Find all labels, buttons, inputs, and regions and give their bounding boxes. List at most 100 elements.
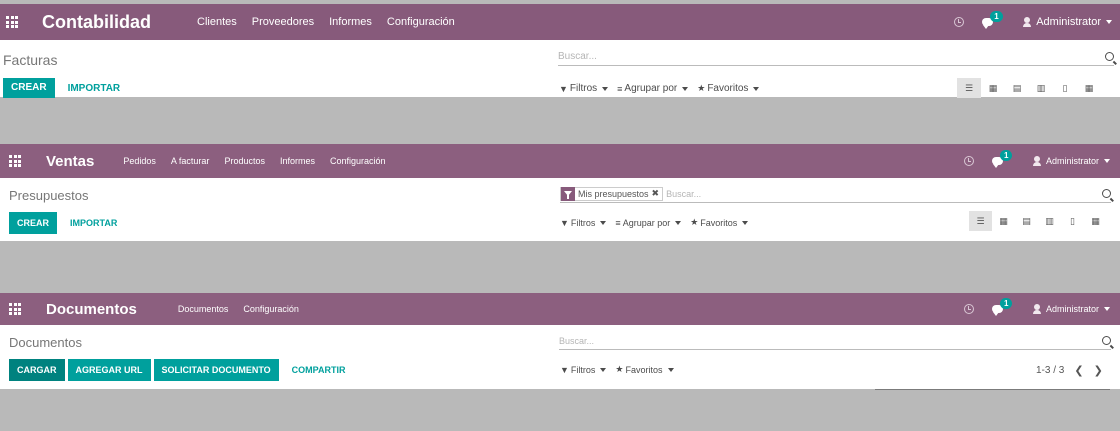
request-document-button[interactable]: SOLICITAR DOCUMENTO — [153, 359, 279, 381]
menu-item-informes[interactable]: Informes — [280, 156, 315, 166]
apps-menu-icon[interactable] — [9, 155, 21, 167]
pivot-view-icon[interactable]: ▥ — [1038, 211, 1061, 231]
messaging-menu[interactable]: 1 — [982, 11, 1003, 29]
app-title: Ventas — [46, 152, 95, 170]
apps-menu-icon[interactable] — [9, 303, 21, 315]
facet-value: Mis presupuestos — [578, 188, 649, 199]
favorites-dropdown[interactable]: ★ Favoritos — [697, 83, 760, 94]
add-url-button[interactable]: AGREGAR URL — [67, 359, 151, 381]
pager-value[interactable]: 1-3 / 3 — [1036, 365, 1064, 376]
user-menu[interactable]: Administrator — [1023, 16, 1112, 28]
menu-item-clientes[interactable]: Clientes — [197, 16, 237, 28]
menu-item-documentos[interactable]: Documentos — [178, 304, 229, 314]
favorites-dropdown[interactable]: ★ Favoritos — [615, 364, 674, 375]
pager: 1-3 / 3 ❮ ❯ — [1036, 364, 1103, 377]
favorites-label: Favoritos — [707, 83, 749, 94]
search-icon[interactable] — [1102, 336, 1111, 345]
search-options: ▼ Filtros ★ Favoritos — [560, 364, 683, 375]
user-name: Administrator — [1036, 16, 1101, 28]
user-icon — [1032, 156, 1041, 166]
filters-dropdown[interactable]: ▼ Filtros — [560, 364, 607, 375]
messaging-menu[interactable]: 1 — [991, 298, 1013, 316]
view-switcher: ☰ ▦ ▤ ▥ ▯ ▦ — [969, 211, 1107, 231]
pager-next-icon[interactable]: ❯ — [1094, 364, 1103, 377]
breadcrumb: Facturas — [3, 52, 58, 68]
grid-view-icon[interactable]: ▦ — [1077, 78, 1101, 98]
filters-dropdown[interactable]: ▼ Filtros — [560, 217, 607, 228]
groupby-label: Agrupar por — [622, 217, 671, 228]
kanban-view-icon[interactable]: ▦ — [992, 211, 1015, 231]
activity-clock-icon[interactable] — [963, 304, 974, 314]
funnel-icon: ▼ — [559, 83, 568, 94]
search-options: ▼ Filtros ≡ Agrupar por ★ Favoritos — [559, 83, 768, 94]
user-menu[interactable]: Administrator — [1032, 156, 1110, 166]
search-box: Mis presupuestos ✖ — [560, 185, 1111, 203]
search-facet: Mis presupuestos ✖ — [560, 186, 664, 201]
user-menu[interactable]: Administrator — [1032, 304, 1110, 314]
favorites-dropdown[interactable]: ★ Favoritos — [690, 217, 749, 228]
create-button[interactable]: CREAR — [9, 212, 58, 234]
caret-down-icon — [667, 367, 674, 372]
graph-view-icon[interactable]: ▯ — [1053, 78, 1077, 98]
import-button[interactable]: IMPORTAR — [60, 218, 127, 228]
navbar: Ventas Pedidos A facturar Productos Info… — [0, 144, 1120, 178]
menu-item-a-facturar[interactable]: A facturar — [171, 156, 210, 166]
activity-clock-icon[interactable] — [963, 156, 974, 166]
menu-item-proveedores[interactable]: Proveedores — [252, 16, 314, 28]
navbar-systray: 1 Administrator — [963, 150, 1110, 168]
share-button[interactable]: COMPARTIR — [282, 365, 356, 375]
filters-dropdown[interactable]: ▼ Filtros — [559, 83, 609, 94]
kanban-view-icon[interactable]: ▦ — [981, 78, 1005, 98]
search-input[interactable] — [666, 188, 1098, 199]
menu-item-configuracion[interactable]: Configuración — [243, 304, 299, 314]
app-title: Contabilidad — [42, 11, 151, 32]
list-view-icon[interactable]: ☰ — [957, 78, 981, 98]
create-button[interactable]: CREAR — [3, 78, 55, 98]
filters-label: Filtros — [570, 217, 596, 228]
app-title: Documentos — [46, 300, 137, 318]
pivot-view-icon[interactable]: ▥ — [1029, 78, 1053, 98]
filters-label: Filtros — [570, 364, 596, 375]
groupby-dropdown[interactable]: ≡ Agrupar por — [615, 217, 682, 228]
menu-item-productos[interactable]: Productos — [224, 156, 265, 166]
calendar-view-icon[interactable]: ▤ — [1015, 211, 1038, 231]
menu-item-configuracion[interactable]: Configuración — [330, 156, 386, 166]
caret-down-icon — [742, 220, 749, 225]
search-input[interactable] — [559, 335, 1098, 346]
filter-facet-icon — [561, 186, 575, 201]
caret-down-icon — [602, 86, 609, 91]
search-input[interactable] — [558, 51, 1101, 62]
import-button[interactable]: IMPORTAR — [58, 83, 131, 94]
user-icon — [1023, 17, 1032, 27]
divider — [875, 389, 1110, 390]
graph-view-icon[interactable]: ▯ — [1061, 211, 1084, 231]
grid-view-icon[interactable]: ▦ — [1084, 211, 1107, 231]
pager-previous-icon[interactable]: ❮ — [1074, 364, 1083, 377]
breadcrumb: Presupuestos — [9, 188, 89, 203]
menu-item-pedidos[interactable]: Pedidos — [123, 156, 156, 166]
messaging-menu[interactable]: 1 — [991, 150, 1013, 168]
apps-menu-icon[interactable] — [6, 16, 18, 28]
chat-counter-badge: 1 — [999, 298, 1013, 309]
search-icon[interactable] — [1102, 189, 1111, 198]
caret-down-icon — [600, 367, 607, 372]
bars-icon: ≡ — [617, 83, 623, 94]
favorites-label: Favoritos — [700, 217, 738, 228]
control-panel: Documentos CARGAR AGREGAR URL SOLICITAR … — [0, 325, 1120, 389]
search-box — [558, 48, 1114, 66]
search-icon[interactable] — [1105, 52, 1114, 61]
button-row: CREAR IMPORTAR — [3, 78, 130, 98]
chat-counter-badge: 1 — [990, 11, 1003, 22]
calendar-view-icon[interactable]: ▤ — [1005, 78, 1029, 98]
groupby-dropdown[interactable]: ≡ Agrupar por — [617, 83, 689, 94]
menu-item-informes[interactable]: Informes — [329, 16, 372, 28]
upload-button[interactable]: CARGAR — [9, 359, 65, 381]
search-options: ▼ Filtros ≡ Agrupar por ★ Favoritos — [560, 217, 757, 228]
caret-down-icon — [1104, 159, 1110, 163]
activity-clock-icon[interactable] — [954, 17, 965, 27]
list-view-icon[interactable]: ☰ — [969, 211, 992, 231]
menu-item-configuracion[interactable]: Configuración — [387, 16, 455, 28]
facet-remove-icon[interactable]: ✖ — [652, 188, 663, 199]
user-name: Administrator — [1045, 304, 1099, 314]
button-row: CARGAR AGREGAR URL SOLICITAR DOCUMENTO C… — [9, 359, 356, 381]
